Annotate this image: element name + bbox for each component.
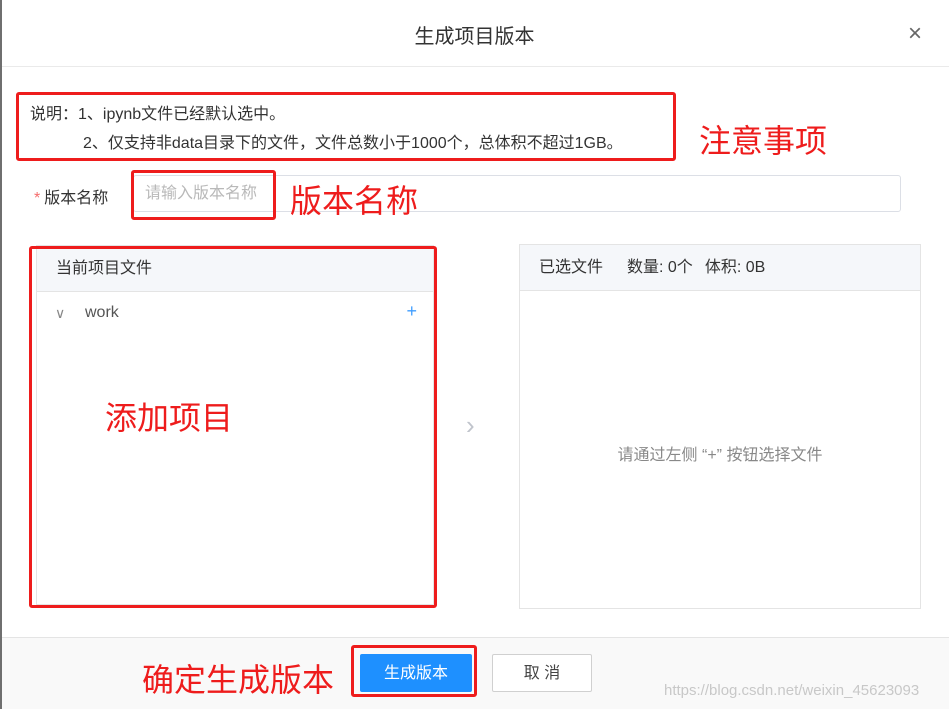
- cancel-button[interactable]: 取 消: [492, 654, 592, 692]
- annotation-confirm: 确定生成版本: [142, 661, 335, 699]
- annotation-add-project: 添加项目: [105, 399, 234, 437]
- required-mark: *: [34, 190, 41, 207]
- version-name-label: * 版本名称: [34, 184, 108, 208]
- right-panel-header: 已选文件 数量: 0个 体积: 0B: [520, 245, 920, 291]
- footer-divider: [2, 637, 949, 638]
- selected-files-panel: 已选文件 数量: 0个 体积: 0B 请通过左侧 “+” 按钮选择文件: [519, 244, 921, 609]
- version-name-label-text: 版本名称: [44, 190, 109, 207]
- confirm-highlight-box: [351, 645, 477, 697]
- header-divider: [2, 66, 949, 67]
- dialog-title: 生成项目版本: [414, 26, 535, 48]
- notice-highlight-box: [16, 92, 676, 161]
- window-edge: [0, 0, 2, 709]
- selected-files-title: 已选文件: [539, 259, 604, 276]
- annotation-version-name: 版本名称: [290, 182, 419, 220]
- selected-size: 体积: 0B: [704, 259, 766, 276]
- close-icon[interactable]: ×: [903, 22, 927, 46]
- watermark-text: https://blog.csdn.net/weixin_45623093: [664, 682, 920, 699]
- empty-hint: 请通过左侧 “+” 按钮选择文件: [617, 447, 823, 464]
- selected-count: 数量: 0个: [627, 259, 693, 276]
- annotation-notice: 注意事项: [699, 122, 828, 160]
- chevron-right-icon[interactable]: ›: [466, 410, 475, 441]
- version-name-highlight-box: [131, 170, 276, 220]
